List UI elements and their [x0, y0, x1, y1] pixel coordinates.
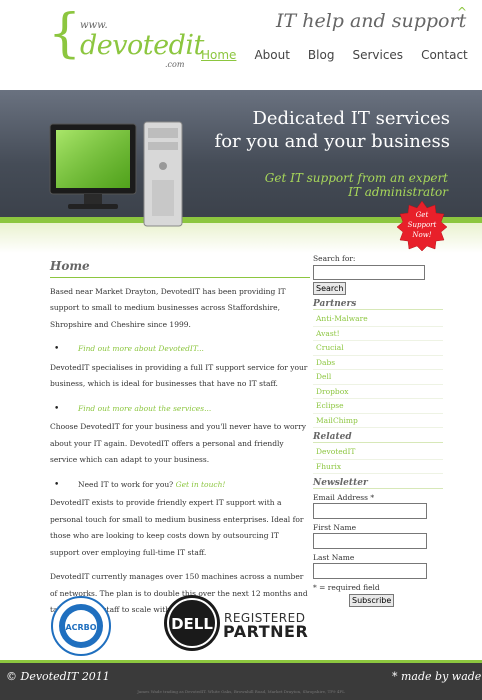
related-link-devotedit[interactable]: DevotedIT [313, 445, 443, 460]
first-name-field[interactable] [313, 533, 427, 549]
email-field[interactable] [313, 503, 427, 519]
logo-brace[interactable]: { [48, 8, 81, 60]
partner-link-anti-malware[interactable]: Anti-Malware [313, 312, 443, 327]
logo[interactable]: devotedit [80, 30, 204, 61]
nav-home[interactable]: Home [201, 48, 236, 62]
scroll-top-icon[interactable]: ^ [457, 5, 467, 19]
get-in-touch-link[interactable]: Get in touch! [176, 480, 226, 489]
nav-about[interactable]: About [254, 48, 289, 62]
paragraph-1: DevotedIT specialises in providing a ful… [50, 362, 308, 389]
last-name-field[interactable] [313, 563, 427, 579]
dell-text: DELL [171, 615, 213, 633]
email-label: Email Address * [313, 493, 375, 502]
acrbo-logo: ACRBO [51, 596, 111, 656]
search-label: Search for: [313, 254, 356, 263]
badge-line-2: Support [408, 221, 437, 229]
get-support-badge[interactable]: Get Support Now! [396, 200, 448, 252]
nav-services[interactable]: Services [352, 48, 403, 62]
hero-subtitle-2: IT administrator [348, 185, 448, 199]
footer-address: James Wade trading as DevotedIT. White O… [137, 689, 345, 694]
list-item: Need IT to work for you? Get in touch! [50, 477, 310, 494]
partners-heading: Partners [313, 299, 443, 310]
paragraph-2: Choose DevotedIT for your business and y… [50, 422, 306, 464]
search-button[interactable]: Search [313, 282, 347, 295]
search-input[interactable] [313, 265, 425, 280]
partner-link-eclipse[interactable]: Eclipse [313, 399, 443, 414]
hero-title-1: Dedicated IT services [252, 108, 450, 129]
bullet-text: Need IT to work for you? [78, 479, 174, 489]
dell-logo: DELL [164, 595, 220, 651]
related-link-fhurix[interactable]: Fhurix [313, 460, 443, 474]
related-heading: Related [313, 432, 443, 443]
newsletter-heading: Newsletter [313, 478, 443, 489]
list-item: Find out more about DevotedIT... [50, 341, 310, 358]
main-nav: Home About Blog Services Contact [201, 48, 468, 62]
required-note: * = required field [313, 583, 380, 592]
partner-link-avast[interactable]: Avast! [313, 327, 443, 341]
last-name-label: Last Name [313, 553, 355, 562]
acrbo-text: ACRBO [65, 623, 96, 632]
partner-link-crucial[interactable]: Crucial [313, 341, 443, 356]
badge-line-1: Get [416, 211, 429, 219]
about-link[interactable]: Find out more about DevotedIT... [78, 344, 204, 353]
services-link[interactable]: Find out more about the services... [78, 404, 211, 413]
intro-text: Based near Market Drayton, DevotedIT has… [50, 286, 286, 329]
main-content: Home Based near Market Drayton, DevotedI… [50, 258, 310, 627]
nav-contact[interactable]: Contact [421, 48, 468, 62]
partner-link-dropbox[interactable]: Dropbox [313, 385, 443, 399]
copyright: © DevotedIT 2011 [6, 670, 110, 683]
partner-link-dabs[interactable]: Dabs [313, 356, 443, 370]
partner-link-mailchimp[interactable]: MailChimp [313, 414, 443, 428]
computer-illustration [49, 121, 183, 227]
hero-subtitle-1: Get IT support from an expert [264, 171, 448, 185]
paragraph-3: DevotedIT exists to provide friendly exp… [50, 498, 304, 557]
footer: © DevotedIT 2011 * made by wade James Wa… [0, 663, 482, 700]
sidebar: Search for: Search Partners Anti-Malware… [313, 254, 443, 607]
badge-line-3: Now! [411, 231, 431, 239]
hero-title-2: for you and your business [214, 131, 450, 152]
tagline: IT help and support [276, 10, 467, 32]
list-item: Find out more about the services... [50, 401, 310, 418]
logo-com[interactable]: .com [165, 60, 184, 69]
subscribe-button[interactable]: Subscribe [349, 594, 395, 607]
partner-text: PARTNER [223, 622, 309, 641]
first-name-label: First Name [313, 523, 357, 532]
made-by: * made by wade [392, 670, 482, 683]
nav-blog[interactable]: Blog [308, 48, 335, 62]
page-title: Home [50, 258, 310, 278]
partner-link-dell[interactable]: Dell [313, 370, 443, 385]
header: { www. devotedit .com IT help and suppor… [0, 0, 482, 90]
